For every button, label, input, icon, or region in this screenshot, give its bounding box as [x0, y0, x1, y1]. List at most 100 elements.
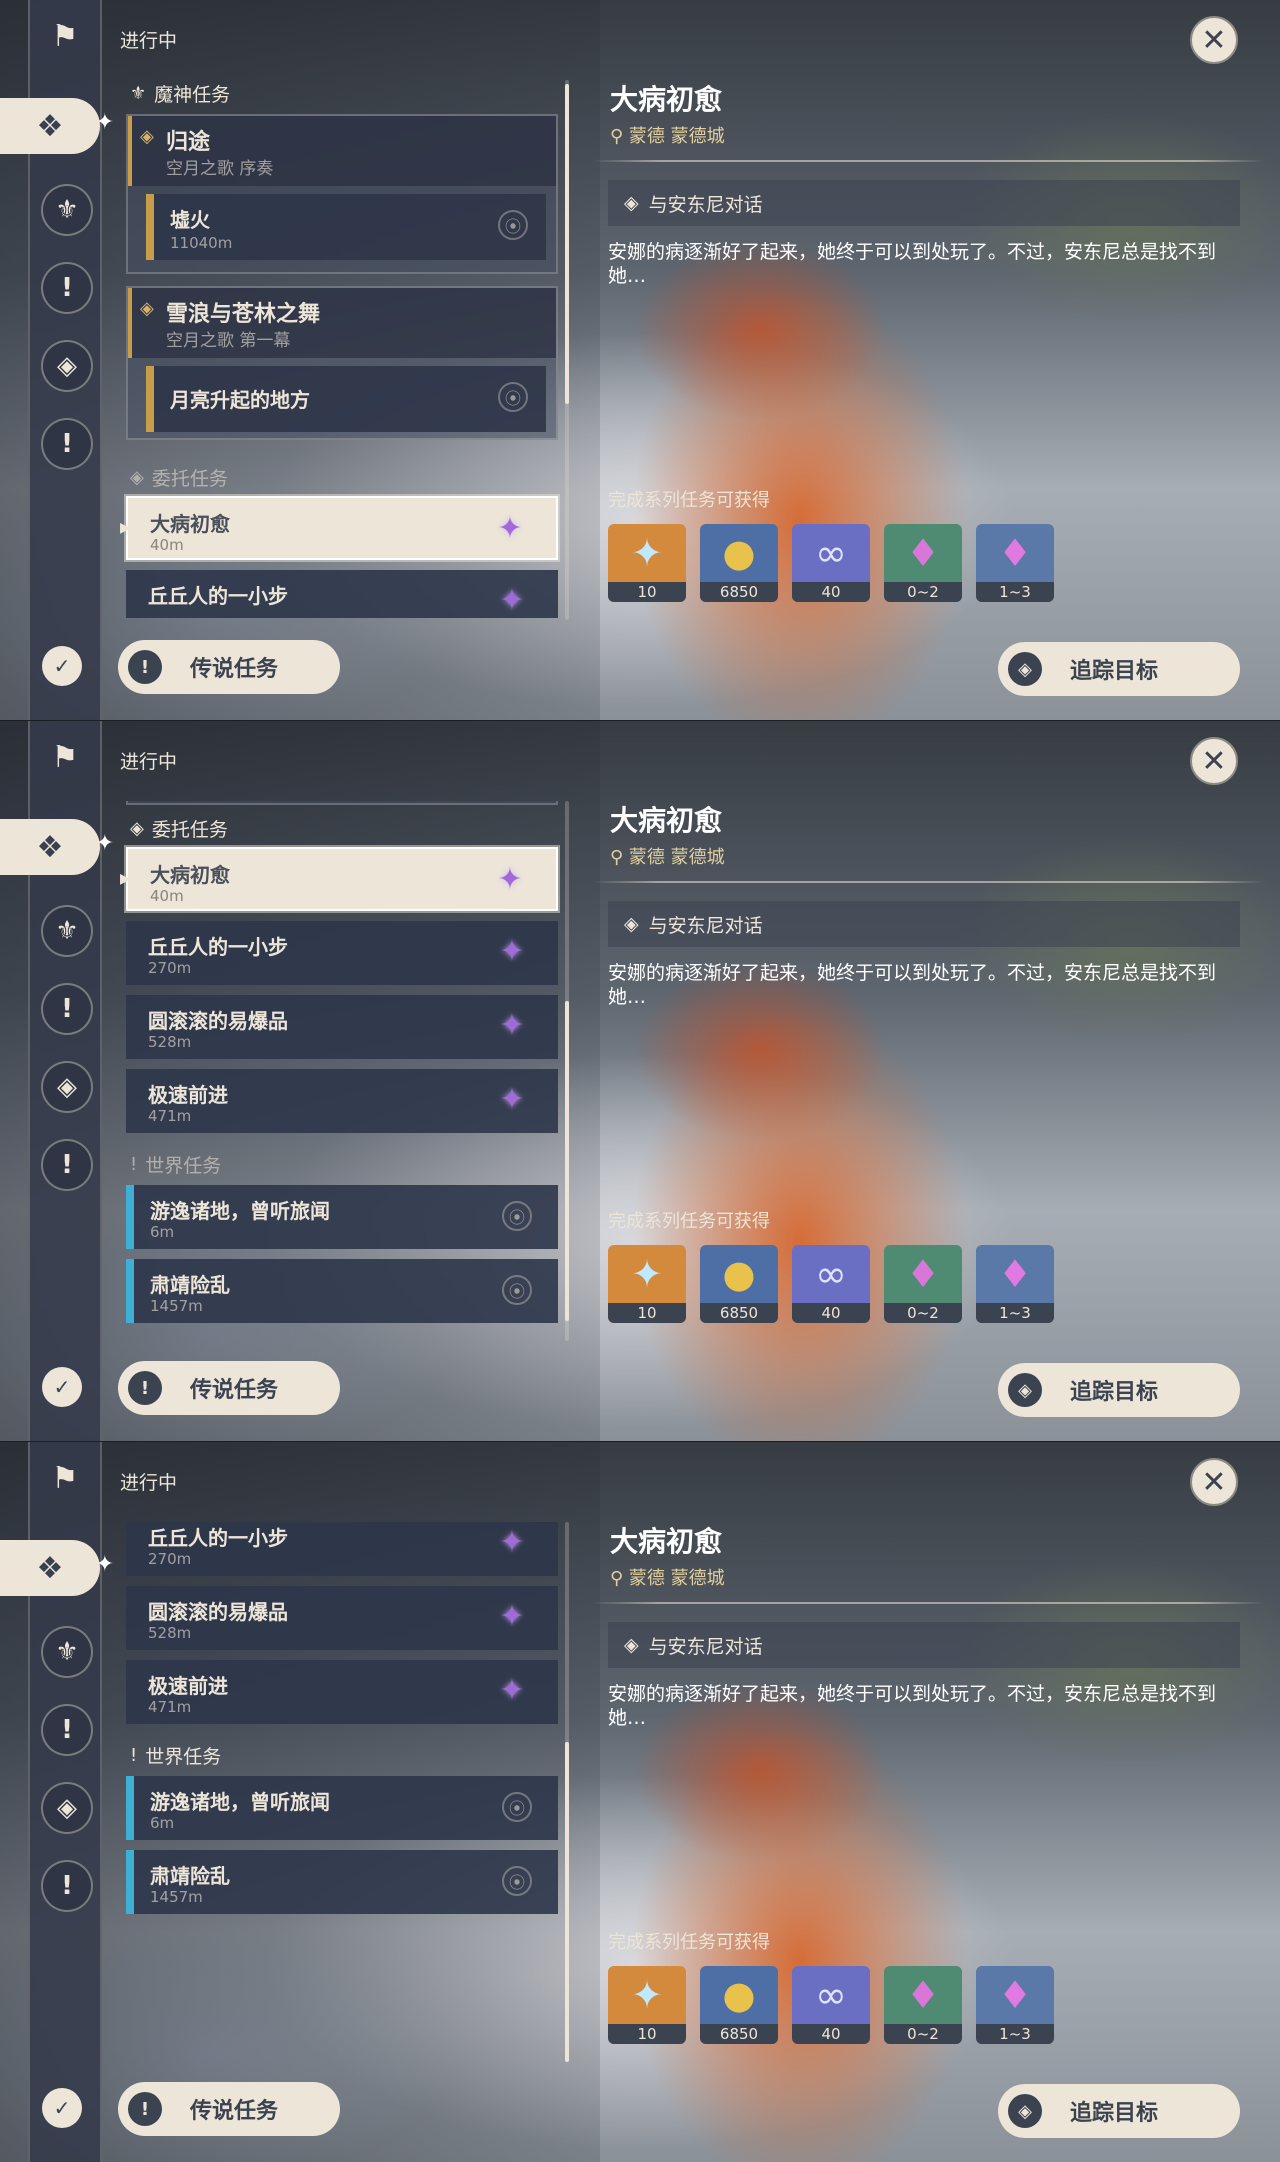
location-pin-icon[interactable]: ⦿	[498, 382, 528, 412]
location-pin-icon[interactable]: ⦿	[498, 210, 528, 240]
location-pin-icon[interactable]: ⦿	[502, 1792, 532, 1822]
reward-crystal-green[interactable]: ♦ 0~2	[884, 524, 962, 602]
scrollbar-thumb[interactable]	[565, 1001, 569, 1321]
commission-item-selected[interactable]: ▶ 大病初愈 40m ✦	[120, 496, 558, 560]
reward-adventure-exp[interactable]: ∞ 40	[792, 1245, 870, 1323]
commission-item[interactable]: 圆滚滚的易爆品 528m ✦	[126, 1586, 558, 1650]
quest-distance: 528m	[148, 1624, 192, 1642]
rewards-label: 完成系列任务可获得	[608, 1932, 770, 1953]
divider	[592, 160, 1264, 162]
reward-crystal-purple[interactable]: ♦ 1~3	[976, 1966, 1054, 2044]
legend-quest-icon[interactable]: !	[41, 983, 93, 1035]
section-commission: ◈ 委托任务	[130, 466, 228, 490]
reward-crystal-green[interactable]: ♦ 0~2	[884, 1966, 962, 2044]
section-world: ! 世界任务	[130, 1153, 222, 1177]
quest-log-icon[interactable]: ✓	[42, 1367, 82, 1407]
bookmark-flag-icon[interactable]: ⚑	[41, 733, 89, 781]
quest-detail-title: 大病初愈	[610, 1525, 723, 1558]
world-quest-item[interactable]: 肃靖险乱 1457m ⦿	[126, 1259, 558, 1323]
world-section-icon: !	[130, 1153, 138, 1175]
world-quest-icon[interactable]: !	[41, 418, 93, 470]
reward-mora[interactable]: ● 6850	[700, 1245, 778, 1323]
legend-quest-button[interactable]: ! 传说任务	[118, 640, 340, 694]
archon-subquest[interactable]: 月亮升起的地方 ⦿	[146, 366, 546, 432]
archon-group-header[interactable]: ◈ 雪浪与苍林之舞 空月之歌 第一幕	[128, 288, 556, 358]
quest-distance: 471m	[148, 1107, 192, 1125]
commission-item[interactable]: 丘丘人的一小步 270m ✦	[126, 1522, 558, 1576]
reward-crystal-green[interactable]: ♦ 0~2	[884, 1245, 962, 1323]
commission-item[interactable]: 极速前进 471m ✦	[126, 1069, 558, 1133]
commission-item[interactable]: 圆滚滚的易爆品 528m ✦	[126, 995, 558, 1059]
legend-quest-button[interactable]: ! 传说任务	[118, 2082, 340, 2136]
quest-distance: 1457m	[150, 1888, 203, 1906]
sidebar-item-all-quests[interactable]: ❖ ✦	[0, 819, 114, 875]
quest-distance: 270m	[148, 959, 192, 977]
group-subtitle: 空月之歌 第一幕	[166, 331, 291, 351]
commission-icon[interactable]: ◈	[41, 1782, 93, 1834]
track-target-button[interactable]: ◈ 追踪目标	[998, 642, 1240, 696]
legend-quest-button[interactable]: ! 传说任务	[118, 1361, 340, 1415]
quest-list[interactable]: ⚜ 魔神任务 ◈ 归途 空月之歌 序奏 墟火 11040m ⦿ ◈ 雪浪与苍林之舞…	[118, 80, 568, 618]
reward-primogem[interactable]: ✦ 10	[608, 1966, 686, 2044]
close-button[interactable]: ✕	[1190, 737, 1238, 785]
archon-quest-icon[interactable]: ⚜	[41, 905, 93, 957]
location-pin-icon[interactable]: ⦿	[502, 1866, 532, 1896]
archon-quest-icon[interactable]: ⚜	[41, 184, 93, 236]
world-quest-item[interactable]: 肃靖险乱 1457m ⦿	[126, 1850, 558, 1914]
location-pin-icon[interactable]: ⦿	[502, 1201, 532, 1231]
bookmark-flag-icon[interactable]: ⚑	[41, 12, 89, 60]
primogem-icon: ✦	[631, 1252, 663, 1296]
world-quest-icon[interactable]: !	[41, 1860, 93, 1912]
quest-log-icon[interactable]: ✓	[42, 646, 82, 686]
quest-list[interactable]: ◈ 委托任务 ▶ 大病初愈 40m ✦ 丘丘人的一小步 270m ✦ 圆滚滚的易爆…	[118, 801, 568, 1339]
commission-item-selected[interactable]: ▶ 大病初愈 40m ✦	[120, 847, 558, 911]
quest-log-icon[interactable]: ✓	[42, 2088, 82, 2128]
exclamation-icon: !	[128, 650, 162, 684]
sidebar-item-all-quests[interactable]: ❖ ✦	[0, 98, 114, 154]
section-world: ! 世界任务	[130, 1744, 222, 1768]
reward-adventure-exp[interactable]: ∞ 40	[792, 524, 870, 602]
scrollbar-thumb[interactable]	[565, 84, 569, 404]
reward-mora[interactable]: ● 6850	[700, 1966, 778, 2044]
reward-crystal-purple[interactable]: ♦ 1~3	[976, 1245, 1054, 1323]
objective-bar: ◈ 与安东尼对话	[608, 1622, 1240, 1668]
reward-primogem[interactable]: ✦ 10	[608, 524, 686, 602]
location-pin-icon[interactable]: ⦿	[502, 1275, 532, 1305]
world-quest-item[interactable]: 游逸诸地，曾听旅闻 6m ⦿	[126, 1776, 558, 1840]
rewards-row: ✦ 10 ● 6850 ∞ 40 ♦ 0~2 ♦ 1~3	[608, 1966, 1108, 2046]
bookmark-flag-icon[interactable]: ⚑	[41, 1454, 89, 1502]
rewards-row: ✦ 10 ● 6850 ∞ 40 ♦ 0~2 ♦ 1~3	[608, 524, 1108, 604]
legend-quest-icon[interactable]: !	[41, 1704, 93, 1756]
commission-star-icon: ✦	[499, 582, 525, 618]
archon-group-header[interactable]: ◈ 归途 空月之歌 序奏	[128, 116, 556, 186]
world-quest-item[interactable]: 游逸诸地，曾听旅闻 6m ⦿	[126, 1185, 558, 1249]
archon-subquest[interactable]: 墟火 11040m ⦿	[146, 194, 546, 260]
scrollbar-thumb[interactable]	[565, 1742, 569, 2062]
close-button[interactable]: ✕	[1190, 16, 1238, 64]
track-target-button[interactable]: ◈ 追踪目标	[998, 2084, 1240, 2138]
commission-item[interactable]: 丘丘人的一小步 270m ✦	[126, 921, 558, 985]
quest-list[interactable]: 丘丘人的一小步 270m ✦ 圆滚滚的易爆品 528m ✦ 极速前进 471m …	[118, 1522, 568, 2060]
track-target-button[interactable]: ◈ 追踪目标	[998, 1363, 1240, 1417]
archon-group[interactable]: ◈ 雪浪与苍林之舞 空月之歌 第一幕 月亮升起的地方 ⦿	[126, 286, 558, 440]
adventure-exp-icon: ∞	[815, 1252, 847, 1296]
archon-marker-icon: ◈	[140, 298, 154, 319]
quest-title: 极速前进	[148, 1083, 228, 1107]
commission-star-icon: ✦	[499, 1598, 525, 1634]
archon-group[interactable]: ◈ 归途 空月之歌 序奏 墟火 11040m ⦿	[126, 114, 558, 274]
archon-quest-icon[interactable]: ⚜	[41, 1626, 93, 1678]
reward-crystal-purple[interactable]: ♦ 1~3	[976, 524, 1054, 602]
reward-primogem[interactable]: ✦ 10	[608, 1245, 686, 1323]
commission-icon[interactable]: ◈	[41, 1061, 93, 1113]
sidebar-item-all-quests[interactable]: ❖ ✦	[0, 1540, 114, 1596]
commission-item[interactable]: 极速前进 471m ✦	[126, 1660, 558, 1724]
close-button[interactable]: ✕	[1190, 1458, 1238, 1506]
track-diamond-icon: ◈	[1008, 2094, 1042, 2128]
commission-icon[interactable]: ◈	[41, 340, 93, 392]
commission-item[interactable]: 丘丘人的一小步 ✦	[126, 570, 558, 618]
reward-mora[interactable]: ● 6850	[700, 524, 778, 602]
world-quest-icon[interactable]: !	[41, 1139, 93, 1191]
legend-quest-icon[interactable]: !	[41, 262, 93, 314]
archon-marker-icon: ◈	[140, 126, 154, 147]
reward-adventure-exp[interactable]: ∞ 40	[792, 1966, 870, 2044]
